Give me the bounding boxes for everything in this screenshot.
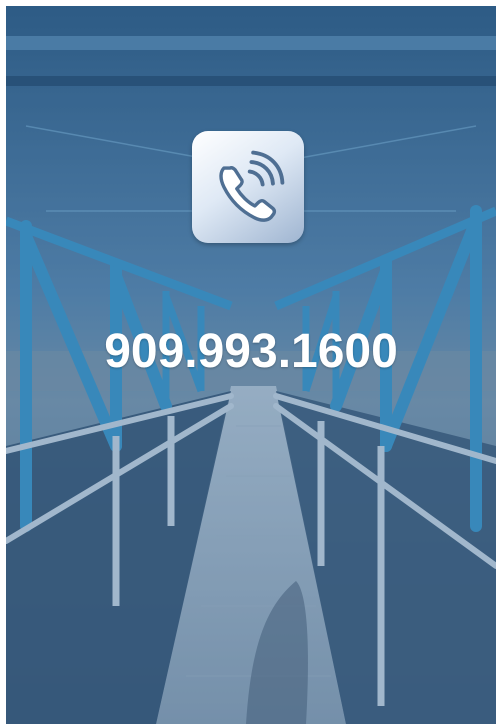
phone-number[interactable]: 909.993.1600 (6, 324, 496, 379)
phone-call-icon (219, 150, 285, 222)
contact-card: 909.993.1600 (6, 6, 496, 724)
phone-icon-tile[interactable] (192, 131, 304, 243)
